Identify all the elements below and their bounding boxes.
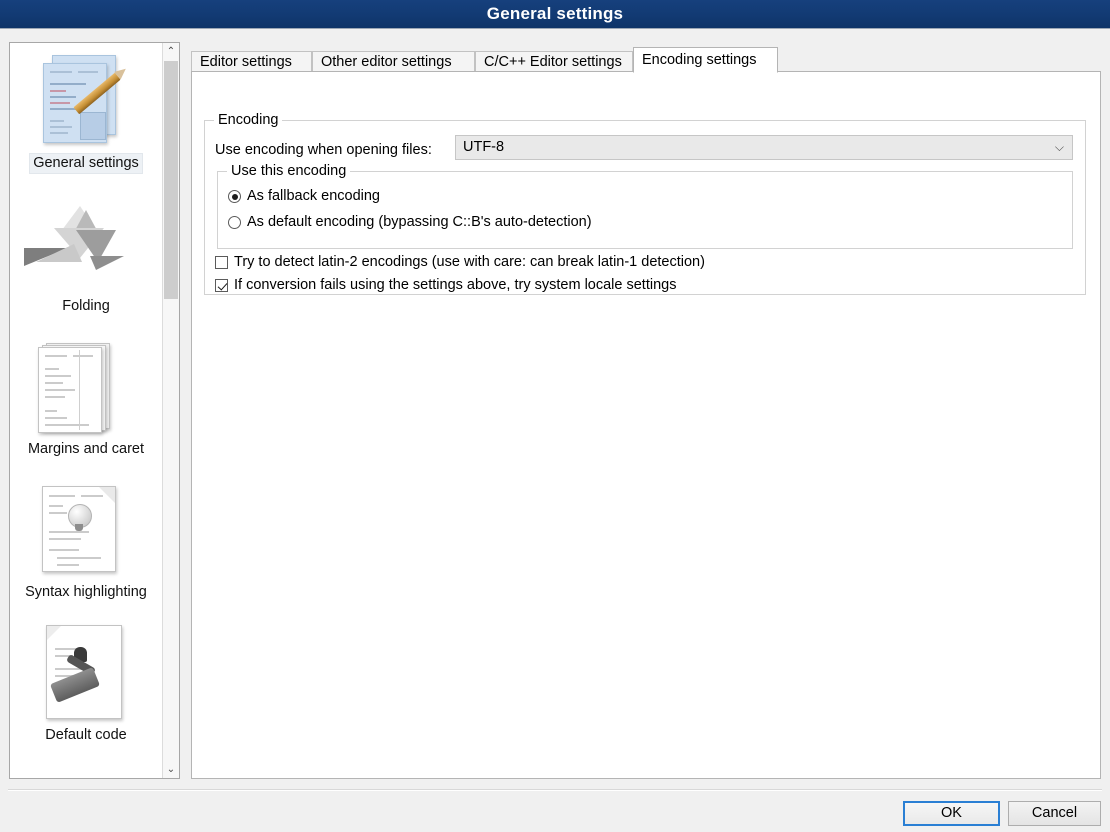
tab-label: C/C++ Editor settings <box>484 54 622 70</box>
cancel-button[interactable]: Cancel <box>1008 801 1101 826</box>
radio-indicator[interactable] <box>228 190 241 203</box>
scroll-up-arrow-icon[interactable]: ⌃ <box>163 43 179 60</box>
encoding-group-title: Encoding <box>214 112 283 128</box>
settings-main-panel: Editor settings Other editor settings C/… <box>191 42 1101 779</box>
radio-label: As default encoding (bypassing C::B's au… <box>247 214 592 230</box>
sidebar-item-folding[interactable]: Folding <box>10 186 162 317</box>
sidebar-item-label: Folding <box>62 298 110 314</box>
stacked-pages-icon <box>10 335 162 439</box>
window-title-bar: General settings <box>0 0 1110 29</box>
sidebar-item-margins-and-caret[interactable]: Margins and caret <box>10 329 162 460</box>
sidebar-item-label: Default code <box>45 727 127 743</box>
scroll-down-arrow-icon[interactable]: ⌄ <box>163 761 179 778</box>
origami-bird-icon <box>10 192 162 296</box>
encoding-settings-panel: Encoding Use encoding when opening files… <box>191 71 1101 779</box>
sidebar-item-default-code[interactable]: Default code <box>10 615 162 746</box>
checkbox-indicator[interactable] <box>215 256 228 269</box>
radio-indicator[interactable] <box>228 216 241 229</box>
sidebar-item-label: Margins and caret <box>27 441 145 457</box>
ok-button[interactable]: OK <box>903 801 1000 826</box>
sidebar-item-syntax-highlighting[interactable]: Syntax highlighting <box>10 472 162 603</box>
sidebar-item-list: General settings Folding Margins and car… <box>10 43 162 778</box>
encoding-field-label: Use encoding when opening files: <box>215 142 432 158</box>
sidebar-item-label: General settings <box>29 153 143 174</box>
sidebar-item-label: Syntax highlighting <box>25 584 147 600</box>
chevron-down-icon[interactable]: ⌵ <box>1055 136 1064 159</box>
window-title: General settings <box>486 4 624 23</box>
scrollbar-thumb[interactable] <box>164 61 178 299</box>
sidebar-item-general-settings[interactable]: General settings <box>10 43 162 174</box>
encoding-combobox-value: UTF-8 <box>463 139 505 155</box>
tab-label: Editor settings <box>200 54 292 70</box>
use-this-encoding-group-box: Use this encoding As fallback encoding A… <box>217 163 1073 249</box>
tab-strip: Editor settings Other editor settings C/… <box>191 47 1101 73</box>
sidebar-scrollbar[interactable]: ⌃ ⌄ <box>162 43 179 778</box>
checkbox-label: If conversion fails using the settings a… <box>234 277 677 293</box>
documents-pencil-icon <box>10 49 162 153</box>
tab-other-editor-settings[interactable]: Other editor settings <box>312 51 475 72</box>
checkbox-indicator[interactable] <box>215 279 228 292</box>
settings-category-sidebar[interactable]: General settings Folding Margins and car… <box>9 42 180 779</box>
tab-encoding-settings[interactable]: Encoding settings <box>633 47 778 73</box>
tab-editor-settings[interactable]: Editor settings <box>191 51 312 72</box>
encoding-combobox[interactable]: UTF-8 ⌵ <box>455 135 1073 160</box>
checkbox-label: Try to detect latin-2 encodings (use wit… <box>234 254 705 270</box>
tab-cpp-editor-settings[interactable]: C/C++ Editor settings <box>475 51 633 72</box>
tab-label: Encoding settings <box>642 52 757 68</box>
footer-separator <box>8 789 1102 791</box>
encoding-group-box: Encoding Use encoding when opening files… <box>204 112 1086 295</box>
document-bulb-icon <box>10 478 162 582</box>
tab-label: Other editor settings <box>321 54 452 70</box>
use-this-encoding-group-title: Use this encoding <box>227 163 351 179</box>
radio-label: As fallback encoding <box>247 188 380 204</box>
document-stamp-icon <box>10 621 162 725</box>
